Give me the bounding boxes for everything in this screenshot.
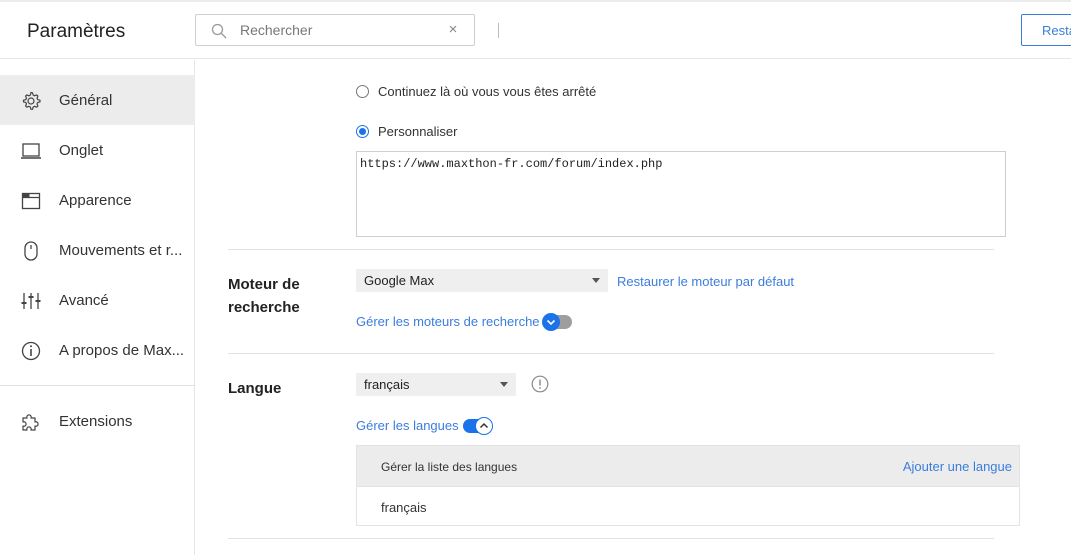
sliders-icon — [21, 293, 41, 309]
section-divider — [228, 249, 994, 250]
section-divider — [228, 353, 994, 354]
sidebar-item-about[interactable]: A propos de Max... — [0, 325, 195, 375]
manage-languages-link[interactable]: Gérer les langues — [356, 418, 459, 433]
chevron-up-icon — [479, 422, 489, 429]
chevron-down-icon — [500, 382, 508, 387]
toggle-knob — [475, 417, 493, 435]
sidebar-item-label: Mouvements et r... — [59, 242, 183, 259]
sidebar-divider — [0, 385, 195, 386]
chevron-down-icon — [592, 278, 600, 283]
sidebar-item-label: A propos de Max... — [59, 342, 185, 359]
search-engine-select[interactable]: Google Max — [356, 269, 608, 292]
radio-button-selected[interactable] — [356, 125, 369, 138]
chevron-down-icon — [546, 319, 556, 326]
sidebar-item-label: Général — [59, 92, 113, 109]
search-engine-title: Moteur de recherche — [228, 273, 300, 319]
info-icon — [21, 341, 41, 361]
section-title-line: recherche — [228, 299, 300, 316]
sidebar-item-appearance[interactable]: Apparence — [0, 175, 195, 225]
search-box[interactable]: × — [195, 14, 475, 46]
language-select[interactable]: français — [356, 373, 516, 396]
language-list-header: Gérer la liste des langues Ajouter une l… — [357, 446, 1019, 486]
language-list-table: Gérer la liste des langues Ajouter une l… — [356, 445, 1020, 526]
sidebar-item-label: Extensions — [59, 413, 133, 430]
header-separator — [498, 23, 499, 38]
header: Paramètres × Resta — [0, 2, 1071, 59]
laptop-icon — [21, 143, 41, 159]
language-title: Langue — [228, 380, 282, 397]
page-title: Paramètres — [27, 21, 126, 42]
section-title-line: Moteur de — [228, 276, 300, 293]
radio-label: Continuez là où vous vous êtes arrêté — [378, 84, 597, 99]
language-name: français — [381, 500, 427, 515]
sidebar-item-tab[interactable]: Onglet — [0, 125, 195, 175]
sidebar-item-label: Onglet — [59, 142, 104, 159]
radio-button[interactable] — [356, 85, 369, 98]
restore-button[interactable]: Resta — [1021, 14, 1071, 46]
puzzle-icon — [22, 414, 39, 431]
sidebar-item-extensions[interactable]: Extensions — [0, 396, 195, 446]
search-icon — [211, 23, 227, 39]
sidebar-item-general[interactable]: Général — [0, 75, 195, 125]
select-value: Google Max — [364, 273, 435, 288]
sidebar-item-gestures[interactable]: Mouvements et r... — [0, 225, 195, 275]
gear-icon — [22, 91, 41, 110]
manage-languages-toggle[interactable] — [463, 417, 493, 435]
sidebar: Général Onglet Apparence Mouvements et r… — [0, 60, 195, 555]
section-divider — [228, 538, 994, 539]
radio-label: Personnaliser — [378, 124, 458, 139]
warning-info-icon[interactable] — [531, 375, 549, 393]
search-input[interactable] — [240, 20, 440, 40]
settings-content: Continuez là où vous vous êtes arrêté Pe… — [196, 60, 1071, 555]
sidebar-item-label: Apparence — [59, 192, 132, 209]
list-item[interactable]: français — [357, 486, 1019, 526]
add-language-link[interactable]: Ajouter une langue — [903, 459, 1012, 474]
clear-icon[interactable]: × — [446, 22, 460, 38]
restore-default-engine-link[interactable]: Restaurer le moteur par défaut — [617, 274, 794, 289]
select-value: français — [364, 377, 410, 392]
manage-engines-toggle[interactable] — [542, 313, 572, 331]
window-icon — [21, 192, 41, 210]
sidebar-item-label: Avancé — [59, 292, 109, 309]
sidebar-item-advanced[interactable]: Avancé — [0, 275, 195, 325]
manage-search-engines-link[interactable]: Gérer les moteurs de recherche — [356, 314, 540, 329]
language-list-title: Gérer la liste des langues — [381, 460, 518, 474]
mouse-icon — [24, 241, 38, 261]
custom-url-textarea[interactable] — [356, 151, 1006, 237]
toggle-knob — [542, 313, 560, 331]
